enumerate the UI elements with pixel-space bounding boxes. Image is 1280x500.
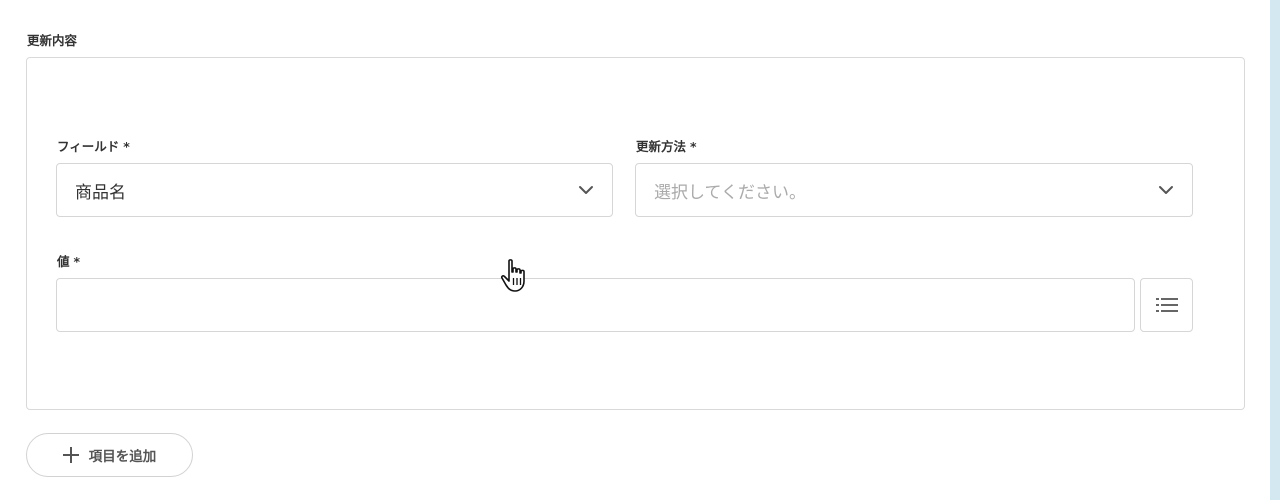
method-label-text: 更新方法 bbox=[636, 139, 687, 154]
hand-pointer-cursor-icon bbox=[500, 259, 525, 292]
method-select[interactable]: 選択してください。 bbox=[635, 163, 1193, 217]
field-select[interactable]: 商品名 bbox=[56, 163, 613, 217]
method-required-mark: * bbox=[690, 139, 697, 154]
value-label-text: 値 bbox=[57, 254, 70, 269]
chevron-down-icon bbox=[1159, 186, 1173, 194]
add-item-label: 項目を追加 bbox=[88, 449, 157, 465]
field-select-value: 商品名 bbox=[75, 182, 126, 203]
chevron-down-icon bbox=[579, 186, 593, 194]
list-select-button[interactable] bbox=[1140, 278, 1193, 332]
page: 更新内容 フィールド * 商品名 更新方法 * 選択してください。 値 * 項目… bbox=[0, 0, 1280, 500]
method-label: 更新方法 * bbox=[636, 136, 697, 155]
field-required-mark: * bbox=[123, 139, 130, 154]
update-content-panel bbox=[26, 57, 1245, 410]
field-label: フィールド * bbox=[57, 136, 130, 155]
list-icon bbox=[1155, 298, 1178, 312]
value-required-mark: * bbox=[73, 254, 81, 269]
plus-icon bbox=[62, 447, 79, 463]
method-select-placeholder: 選択してください。 bbox=[654, 182, 806, 203]
value-input[interactable] bbox=[56, 278, 1135, 332]
section-title: 更新内容 bbox=[27, 33, 78, 48]
add-item-button[interactable]: 項目を追加 bbox=[26, 433, 193, 477]
field-label-text: フィールド bbox=[57, 139, 120, 154]
scrollbar-track[interactable] bbox=[1270, 0, 1280, 500]
value-label: 値 * bbox=[57, 251, 80, 270]
